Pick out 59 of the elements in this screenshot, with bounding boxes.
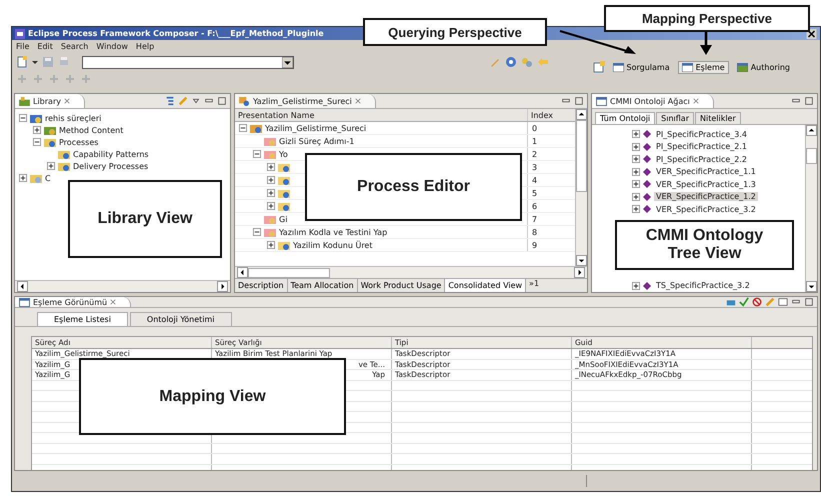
index-cell: 9 — [532, 240, 538, 250]
mapping-tab[interactable]: Ontoloji Yönetimi — [130, 312, 232, 326]
view-tab[interactable]: Eşleme Görünümü — [15, 297, 132, 307]
tree-item[interactable]: Method Content — [59, 126, 124, 134]
mapping-tab[interactable]: Eşleme Listesi — [37, 312, 128, 326]
callout-label: Mapping View — [79, 358, 346, 435]
perspective-button[interactable]: Eşleme — [678, 60, 729, 74]
callout-label: Mapping Perspective — [604, 5, 810, 32]
index-cell: 2 — [532, 150, 538, 158]
index-cell: 5 — [532, 188, 538, 198]
index-cell: 4 — [532, 176, 538, 184]
table-cell: Yo — [279, 150, 288, 158]
table-cell: Yazılım Kodla ve Testini Yap — [279, 228, 388, 236]
tree-item[interactable]: Processes — [59, 138, 98, 146]
index-cell: 6 — [532, 202, 538, 210]
callout-label: Querying Perspective — [363, 18, 547, 46]
tree-item[interactable]: TS_SpecificPractice_3.2 — [654, 281, 752, 290]
view-tab[interactable]: Library — [15, 94, 85, 108]
table-cell: Yazilim Kodunu Üret — [293, 240, 372, 250]
index-cell: 3 — [532, 162, 538, 172]
tree-item[interactable]: Capability Patterns — [73, 150, 149, 158]
perspective-button[interactable]: Sorgulama — [608, 60, 674, 74]
tree-tab[interactable]: Nitelikler — [694, 112, 741, 124]
index-cell: 8 — [532, 228, 538, 236]
table-cell: Yazilim_Gelistirme_Sureci — [265, 124, 366, 132]
index-cell: 7 — [532, 214, 538, 224]
tree-tab[interactable]: Tüm Ontoloji — [595, 112, 656, 124]
perspective-button[interactable]: Authoring — [732, 60, 794, 74]
table-cell: Gizli Süreç Adımı-1 — [279, 136, 354, 146]
editor-page-tab[interactable]: Team Allocation — [288, 279, 358, 292]
view-tab[interactable]: CMMI Ontoloji Ağacı — [592, 94, 714, 108]
menu-item[interactable]: File — [16, 42, 30, 50]
window-title: Eclipse Process Framework Composer - F:\___Epf_Method_Pluginle — [28, 29, 324, 38]
tree-item[interactable]: PI_SpecificPractice_2.2 — [654, 154, 749, 164]
tree-item[interactable]: VER_SpecificPractice_1.1 — [654, 167, 758, 176]
editor-tab[interactable]: Yazlim_Gelistirme_Sureci — [235, 94, 376, 108]
table-cell: Gi — [279, 214, 288, 224]
column-header[interactable]: Presentation Name — [235, 110, 527, 120]
tree-tab[interactable]: Sınıflar — [656, 112, 694, 124]
index-cell: 0 — [532, 124, 538, 132]
editor-page-tab[interactable]: Consolidated View — [445, 279, 526, 292]
tree-item[interactable]: VER_SpecificPractice_1.2 — [654, 192, 758, 202]
tree-item[interactable]: VER_SpecificPractice_1.3 — [654, 180, 758, 189]
callout-label: Library View — [68, 180, 222, 258]
callout-label: Process Editor — [305, 153, 522, 221]
tree-item[interactable]: PI_SpecificPractice_3.4 — [654, 130, 749, 139]
more-tabs-indicator[interactable]: »1 — [526, 279, 542, 292]
tree-item[interactable]: rehis süreçleri — [45, 114, 102, 122]
menu-item[interactable]: Search — [60, 42, 88, 50]
column-header[interactable]: Index — [527, 109, 567, 121]
tree-item[interactable]: C — [45, 174, 51, 182]
tree-item[interactable]: PI_SpecificPractice_2.1 — [654, 142, 749, 152]
menu-item[interactable]: Edit — [37, 42, 53, 50]
tree-item[interactable]: VER_SpecificPractice_3.2 — [654, 204, 758, 214]
menu-item[interactable]: Help — [136, 42, 154, 50]
tree-item[interactable]: Delivery Processes — [73, 162, 148, 170]
menu-item[interactable]: Window — [96, 42, 128, 50]
index-cell: 1 — [532, 136, 538, 146]
callout-label: CMMI Ontology Tree View — [615, 220, 794, 270]
